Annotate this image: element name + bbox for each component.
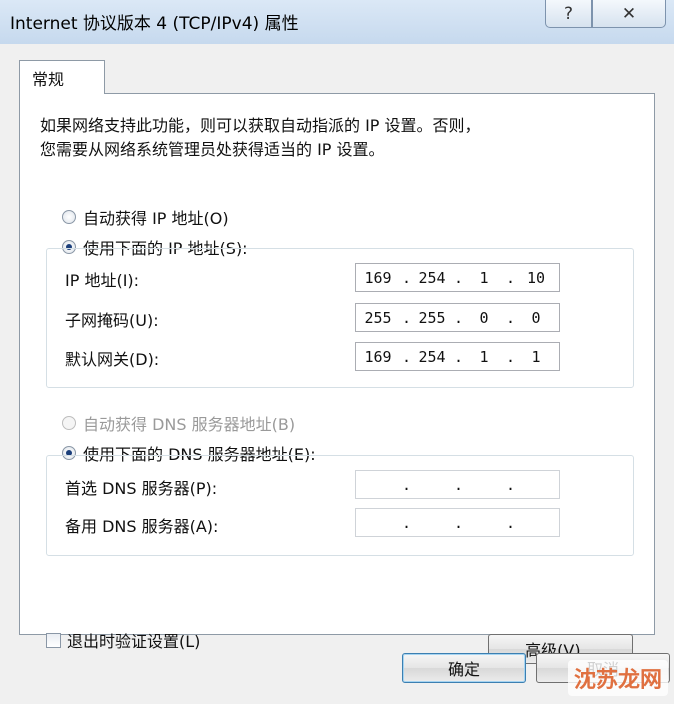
ip-address-field[interactable]: 169 . 254 . 1 . 10: [355, 263, 560, 292]
ip-address-label: IP 地址(I):: [65, 271, 140, 290]
watermark: 沈苏龙网: [567, 660, 668, 696]
dns-settings-group: 首选 DNS 服务器(P): . . . 备用 DNS 服务器(A): . . …: [46, 455, 634, 556]
description-line-2: 您需要从网络系统管理员处获得适当的 IP 设置。: [40, 140, 385, 159]
octet-separator: .: [402, 514, 412, 532]
radio-auto-dns-label: 自动获得 DNS 服务器地址(B): [83, 415, 296, 434]
ip-settings-group: IP 地址(I): 169 . 254 . 1 . 10 子网掩码(U): 25…: [46, 248, 634, 388]
octet-separator: .: [506, 269, 516, 287]
gateway-octet-3: 1: [479, 348, 489, 366]
ip-octet-3: 1: [479, 269, 489, 287]
octet-separator: .: [402, 309, 412, 327]
mask-octet-2: 255: [418, 309, 446, 327]
octet-separator: .: [402, 348, 412, 366]
gateway-octet-2: 254: [418, 348, 446, 366]
help-button[interactable]: ?: [545, 0, 592, 28]
description: 如果网络支持此功能，则可以获取自动指派的 IP 设置。否则， 您需要从网络系统管…: [40, 114, 620, 162]
dialog-client: 常规 如果网络支持此功能，则可以获取自动指派的 IP 设置。否则， 您需要从网络…: [0, 44, 674, 704]
ip-octet-1: 169: [364, 269, 392, 287]
radio-auto-ip-label: 自动获得 IP 地址(O): [83, 209, 229, 228]
default-gateway-field[interactable]: 169 . 254 . 1 . 1: [355, 342, 560, 371]
mask-octet-3: 0: [479, 309, 489, 327]
validate-on-exit-checkbox[interactable]: 退出时验证设置(L): [46, 628, 200, 652]
window-title: Internet 协议版本 4 (TCP/IPv4) 属性: [10, 14, 299, 34]
radio-auto-ip-indicator[interactable]: [62, 210, 76, 224]
validate-checkbox-label: 退出时验证设置(L): [67, 632, 201, 651]
alternate-dns-label: 备用 DNS 服务器(A):: [65, 517, 219, 536]
octet-separator: .: [454, 348, 464, 366]
octet-separator: .: [506, 514, 516, 532]
close-icon: ✕: [621, 3, 637, 24]
preferred-dns-field[interactable]: . . .: [355, 470, 560, 499]
default-gateway-label: 默认网关(D):: [65, 350, 160, 369]
ip-octet-2: 254: [418, 269, 446, 287]
octet-separator: .: [402, 269, 412, 287]
radio-auto-dns-indicator: [62, 416, 76, 430]
radio-auto-ip[interactable]: 自动获得 IP 地址(O): [62, 205, 229, 229]
ok-button[interactable]: 确定: [402, 653, 526, 683]
octet-separator: .: [402, 476, 412, 494]
alternate-dns-field[interactable]: . . .: [355, 508, 560, 537]
mask-octet-1: 255: [364, 309, 392, 327]
general-panel: 如果网络支持此功能，则可以获取自动指派的 IP 设置。否则， 您需要从网络系统管…: [19, 93, 655, 664]
help-icon: ?: [563, 3, 574, 24]
gateway-octet-1: 169: [364, 348, 392, 366]
subnet-mask-field[interactable]: 255 . 255 . 0 . 0: [355, 303, 560, 332]
ip-octet-4: 10: [526, 269, 546, 287]
octet-separator: .: [506, 309, 516, 327]
validate-checkbox-box[interactable]: [46, 632, 61, 648]
octet-separator: .: [454, 476, 464, 494]
subnet-mask-label: 子网掩码(U):: [65, 311, 159, 330]
tab-general[interactable]: 常规: [19, 60, 105, 94]
octet-separator: .: [506, 476, 516, 494]
octet-separator: .: [454, 309, 464, 327]
radio-auto-dns: 自动获得 DNS 服务器地址(B): [62, 411, 295, 435]
preferred-dns-label: 首选 DNS 服务器(P):: [65, 479, 218, 498]
close-button[interactable]: ✕: [592, 0, 666, 28]
gateway-octet-4: 1: [531, 348, 541, 366]
mask-octet-4: 0: [531, 309, 541, 327]
title-bar: Internet 协议版本 4 (TCP/IPv4) 属性 ? ✕: [0, 0, 674, 44]
octet-separator: .: [454, 269, 464, 287]
octet-separator: .: [454, 514, 464, 532]
octet-separator: .: [506, 348, 516, 366]
description-line-1: 如果网络支持此功能，则可以获取自动指派的 IP 设置。否则，: [40, 116, 481, 135]
